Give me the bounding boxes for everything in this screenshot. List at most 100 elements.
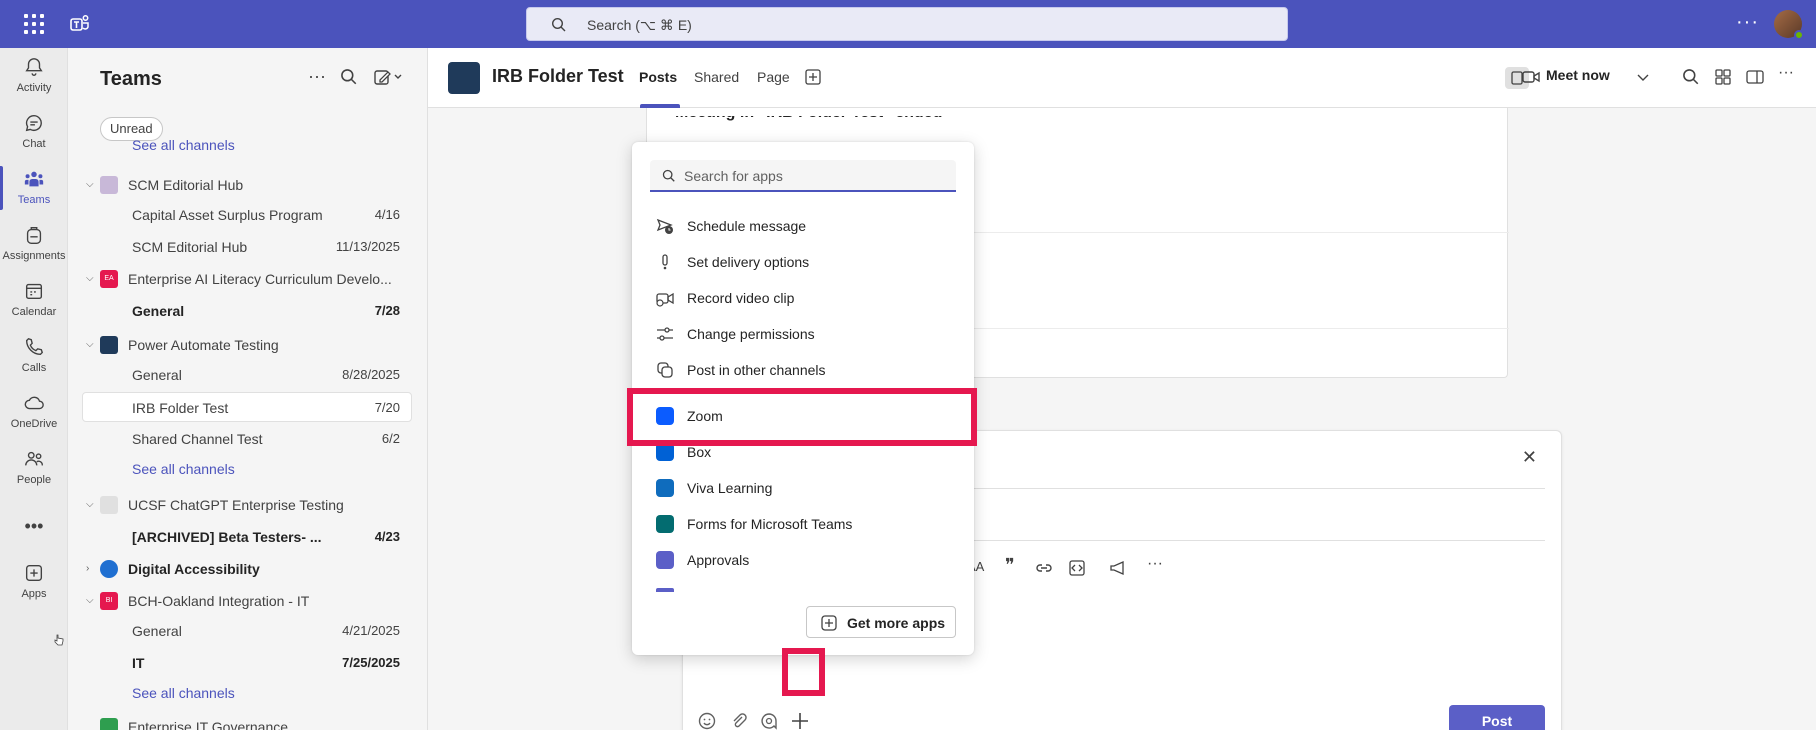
announcement-icon[interactable] [1109, 560, 1127, 576]
backpack-icon [26, 226, 42, 244]
channel-row[interactable]: Shared Channel Test 6/2 [82, 424, 412, 454]
channel-row[interactable]: General 7/28 [82, 296, 412, 326]
settings-more-icon[interactable]: ··· [1736, 12, 1759, 32]
more-options-icon[interactable]: ··· [308, 66, 326, 87]
menu-item-change-permissions[interactable]: Change permissions [632, 316, 974, 352]
menu-item-box[interactable]: Box [632, 434, 974, 470]
chevron-down-icon[interactable] [1634, 68, 1652, 86]
user-avatar[interactable] [1774, 10, 1804, 40]
rail-calendar[interactable]: Calendar [0, 276, 68, 328]
teams-list-panel: Teams ··· Unread See all channels ⌵ SCM … [68, 48, 428, 730]
see-all-channels-link[interactable]: See all channels [82, 454, 412, 484]
more-apps-icon[interactable]: ••• [0, 516, 68, 537]
video-camera-icon[interactable] [1522, 68, 1540, 86]
rail-assignments[interactable]: Assignments [0, 220, 68, 272]
menu-item-record-video[interactable]: Record video clip [632, 280, 974, 316]
menu-item-viva-learning[interactable]: Viva Learning [632, 470, 974, 506]
post-button[interactable]: Post [1449, 705, 1545, 730]
chevron-down-icon[interactable]: ⌵ [86, 170, 94, 200]
channel-row[interactable]: IT 7/25/2025 [82, 648, 412, 678]
rail-people[interactable]: People [0, 444, 68, 496]
link-icon[interactable] [1035, 561, 1053, 575]
add-apps-plus-icon[interactable] [790, 711, 810, 730]
search-icon[interactable] [340, 68, 358, 86]
chat-icon [25, 114, 42, 132]
viva-learning-icon [656, 479, 674, 497]
rail-calls[interactable]: Calls [0, 332, 68, 384]
team-row[interactable]: ⌵ BI BCH-Oakland Integration - IT [82, 586, 412, 616]
calendar-icon [25, 283, 43, 300]
meet-now-button[interactable]: Meet now [1546, 67, 1610, 83]
rail-label: Assignments [2, 250, 66, 262]
tab-page[interactable]: Page [757, 69, 790, 85]
schedule-send-icon [656, 218, 673, 234]
box-icon [656, 443, 674, 461]
chevron-right-icon[interactable]: › [86, 554, 89, 584]
team-row[interactable]: ⌵ Power Automate Testing [82, 330, 412, 360]
chevron-down-icon[interactable]: ⌵ [86, 490, 94, 520]
channel-header: IRB Folder Test Posts Shared Page Meet n… [428, 48, 1816, 108]
global-search-box[interactable]: Search (⌥ ⌘ E) [526, 7, 1288, 41]
channel-title: IRB Folder Test [492, 66, 624, 86]
emoji-icon[interactable] [697, 711, 717, 730]
channel-row-selected[interactable]: IRB Folder Test 7/20 [82, 392, 412, 422]
see-all-channels-link[interactable]: See all channels [82, 135, 412, 155]
bell-icon [25, 58, 43, 76]
menu-item-schedule-message[interactable]: Schedule message [632, 208, 974, 244]
add-tab-icon[interactable] [805, 69, 821, 85]
channel-row[interactable]: SCM Editorial Hub 11/13/2025 [82, 232, 412, 262]
menu-item-approvals[interactable]: Approvals [632, 542, 974, 578]
channel-row[interactable]: General 4/21/2025 [82, 616, 412, 646]
channel-row[interactable]: General 8/28/2025 [82, 360, 412, 390]
close-icon[interactable]: ✕ [1522, 447, 1537, 468]
menu-item-zoom[interactable]: Zoom [632, 398, 974, 434]
app-launcher-icon[interactable] [24, 14, 44, 34]
attach-icon[interactable] [729, 711, 749, 730]
app-search-field[interactable] [650, 160, 956, 192]
rail-activity[interactable]: Activity [0, 52, 68, 104]
team-avatar [100, 718, 118, 730]
rail-label: Apps [21, 588, 47, 600]
rail-label: Teams [17, 194, 51, 206]
search-icon[interactable] [1682, 68, 1700, 86]
app-rail: Activity Chat Teams Assignments Calendar… [0, 48, 68, 730]
app-search-input[interactable] [684, 166, 944, 186]
rail-teams[interactable]: Teams [0, 164, 68, 216]
more-formatting-icon[interactable]: ··· [1147, 555, 1163, 573]
rail-onedrive[interactable]: OneDrive [0, 388, 68, 440]
more-options-icon[interactable]: ··· [1778, 64, 1796, 82]
sliders-icon [657, 327, 673, 341]
team-row[interactable]: › Digital Accessibility [82, 554, 412, 584]
tab-posts[interactable]: Posts [639, 69, 677, 85]
loop-icon[interactable] [759, 711, 779, 730]
forms-icon [656, 515, 674, 533]
teams-icon [24, 171, 44, 187]
tab-shared[interactable]: Shared [694, 69, 739, 85]
menu-item-delivery-options[interactable]: Set delivery options [632, 244, 974, 280]
channel-row[interactable]: [ARCHIVED] Beta Testers- ... 4/23 [82, 522, 412, 552]
get-more-apps-button[interactable]: Get more apps [806, 606, 956, 638]
chevron-down-icon[interactable]: ⌵ [86, 586, 94, 616]
panel-title: Teams [100, 68, 162, 90]
people-icon [25, 451, 43, 466]
side-panel-icon[interactable] [1746, 68, 1764, 86]
apps-grid-icon[interactable] [1714, 68, 1732, 86]
chevron-down-icon[interactable]: ⌵ [86, 330, 94, 360]
exclamation-icon [662, 254, 668, 270]
menu-item-forms[interactable]: Forms for Microsoft Teams [632, 506, 974, 542]
quote-icon[interactable]: ❞ [1005, 555, 1015, 576]
presence-available-icon [1794, 30, 1804, 40]
rail-chat[interactable]: Chat [0, 108, 68, 160]
rail-apps[interactable]: Apps [0, 558, 68, 610]
team-row[interactable]: ⌵ SCM Editorial Hub [82, 170, 412, 200]
team-row[interactable]: ⌵ EA Enterprise AI Literacy Curriculum D… [82, 264, 412, 294]
chevron-down-icon[interactable]: ⌵ [86, 264, 94, 294]
channel-row[interactable]: Capital Asset Surplus Program 4/16 [82, 200, 412, 230]
code-block-icon[interactable] [1069, 560, 1085, 576]
team-row[interactable]: ⌵ UCSF ChatGPT Enterprise Testing [82, 490, 412, 520]
menu-item-post-other-channels[interactable]: Post in other channels [632, 352, 974, 388]
compose-dropdown-icon[interactable] [374, 68, 404, 86]
team-row[interactable]: Enterprise IT Governance [82, 712, 412, 730]
see-all-channels-link[interactable]: See all channels [82, 678, 412, 708]
app-icon-partial [656, 588, 674, 592]
